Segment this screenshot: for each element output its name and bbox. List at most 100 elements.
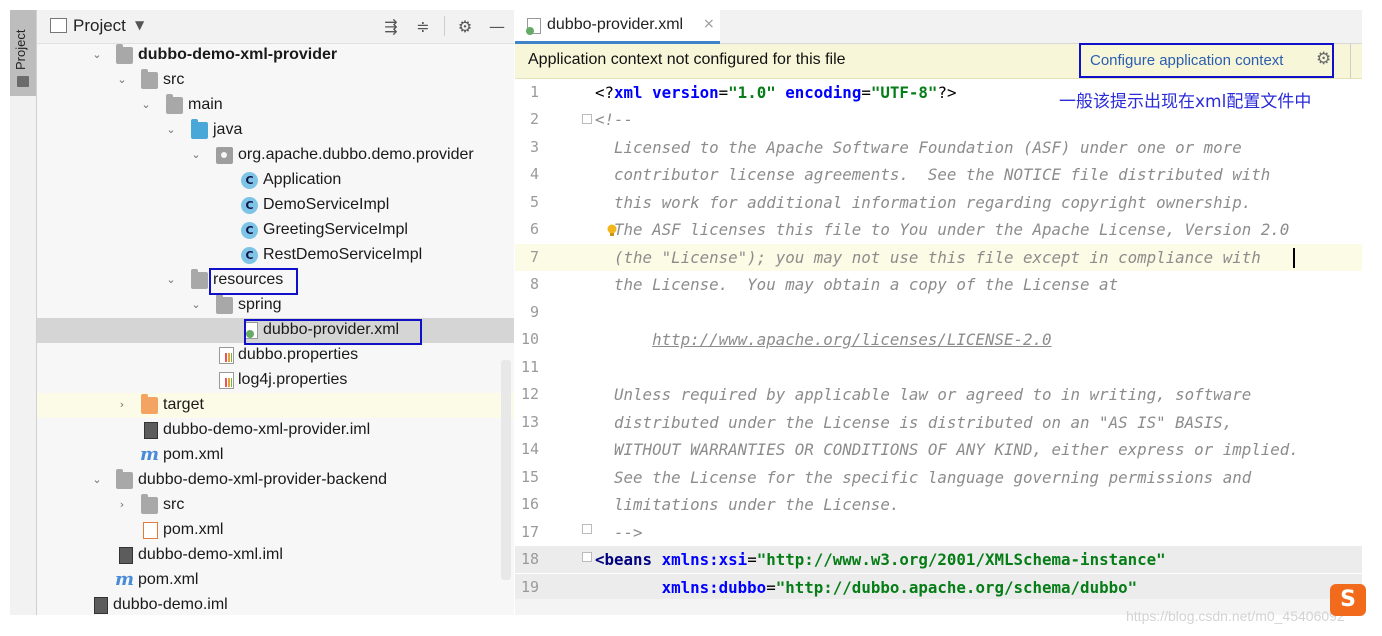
annotation-box-resources xyxy=(209,268,298,295)
tree-node-properties[interactable]: dubbo.properties xyxy=(37,343,514,368)
chevron-down-icon[interactable]: ⌄ xyxy=(139,96,153,114)
folder-icon xyxy=(166,94,183,114)
chevron-down-icon[interactable]: ⌄ xyxy=(90,471,104,489)
properties-file-icon xyxy=(219,372,234,389)
tree-node-module[interactable]: ⌄ dubbo-demo-xml-provider-backend xyxy=(37,468,514,493)
project-panel-header: Project ▼ ⇶ ≑ ⚙ — xyxy=(37,10,514,44)
expand-all-icon[interactable]: ⇶ xyxy=(381,16,401,36)
tree-node-label: log4j.properties xyxy=(238,371,348,388)
tree-node-iml[interactable]: dubbo-demo.iml xyxy=(37,593,514,615)
code-editor[interactable]: 1 <?xml version="1.0" encoding="UTF-8"?>… xyxy=(515,79,1362,599)
class-icon: C xyxy=(241,197,258,214)
code-line: 9 xyxy=(515,299,1362,326)
chevron-down-icon[interactable]: ⌄ xyxy=(164,271,178,289)
chevron-down-icon[interactable]: ⌄ xyxy=(189,296,203,314)
tree-node-label: DemoServiceImpl xyxy=(263,196,390,213)
folder-icon xyxy=(216,294,233,314)
chevron-down-icon[interactable]: ⌄ xyxy=(90,46,104,64)
chevron-right-icon[interactable]: › xyxy=(115,396,129,414)
module-folder-icon xyxy=(116,469,133,489)
source-folder-icon xyxy=(191,119,208,139)
project-panel-title[interactable]: Project xyxy=(73,16,126,36)
watermark-text: https://blog.csdn.net/m0_45406092 xyxy=(1126,608,1345,624)
tree-node-label: target xyxy=(163,396,204,413)
code-line: 14 WITHOUT WARRANTIES OR CONDITIONS OF A… xyxy=(515,436,1362,463)
tree-node-iml[interactable]: dubbo-demo-xml-provider.iml xyxy=(37,418,514,443)
header-divider xyxy=(444,16,445,36)
line-number: 10 xyxy=(520,330,539,348)
tree-node-label: dubbo-demo-xml-provider-backend xyxy=(138,471,388,488)
code-line: 12 Unless required by applicable law or … xyxy=(515,381,1362,408)
minimize-icon[interactable]: — xyxy=(487,16,507,36)
line-number: 8 xyxy=(529,275,539,293)
line-number: 3 xyxy=(529,138,539,156)
collapse-all-icon[interactable]: ≑ xyxy=(413,16,433,36)
code-line: 19 xmlns:dubbo="http://dubbo.apache.org/… xyxy=(515,574,1362,599)
line-number: 11 xyxy=(520,358,539,376)
tree-node-class[interactable]: C DemoServiceImpl xyxy=(37,193,514,218)
tree-node-module[interactable]: ⌄ dubbo-demo-xml-provider xyxy=(37,43,514,68)
tree-node-target[interactable]: › target xyxy=(37,393,514,418)
banner-divider xyxy=(1350,44,1351,78)
folder-icon xyxy=(17,76,29,87)
tree-node-label: main xyxy=(188,96,223,113)
annotation-note: 一般该提示出现在xml配置文件中 xyxy=(1059,92,1312,112)
fold-marker-icon[interactable] xyxy=(582,114,592,124)
tree-node-spring[interactable]: ⌄ spring xyxy=(37,293,514,318)
banner-message: Application context not configured for t… xyxy=(528,51,846,68)
module-file-icon xyxy=(144,422,158,439)
license-link[interactable]: http://www.apache.org/licenses/LICENSE-2… xyxy=(652,330,1051,349)
tree-node-pom[interactable]: pom.xml xyxy=(37,518,514,543)
text-caret xyxy=(1293,248,1295,268)
editor-tab[interactable]: dubbo-provider.xml × xyxy=(515,10,720,44)
line-number: 7 xyxy=(529,248,539,266)
code-line: 3 Licensed to the Apache Software Founda… xyxy=(515,134,1362,161)
xml-file-icon xyxy=(143,522,158,539)
tree-node-class[interactable]: C RestDemoServiceImpl xyxy=(37,243,514,268)
tree-node-label: src xyxy=(163,496,185,513)
code-text: <?xml version="1.0" encoding="UTF-8"?> xyxy=(595,83,957,102)
code-text: <!-- xyxy=(595,110,634,129)
gear-icon[interactable]: ⚙ xyxy=(455,16,475,36)
properties-file-icon xyxy=(219,347,234,364)
tree-node-src[interactable]: ⌄ src xyxy=(37,68,514,93)
code-line: 17 --> xyxy=(515,519,1362,546)
code-text: WITHOUT WARRANTIES OR CONDITIONS OF ANY … xyxy=(595,440,1299,459)
code-text: (the "License"); you may not use this fi… xyxy=(595,248,1261,267)
tree-node-main[interactable]: ⌄ main xyxy=(37,93,514,118)
chevron-down-icon[interactable]: ⌄ xyxy=(115,71,129,89)
tree-node-pom[interactable]: m pom.xml xyxy=(37,568,514,593)
package-icon xyxy=(216,147,233,164)
tree-node-properties[interactable]: log4j.properties xyxy=(37,368,514,393)
folder-icon xyxy=(141,494,158,514)
tree-node-iml[interactable]: dubbo-demo-xml.iml xyxy=(37,543,514,568)
code-line: 18 <beans xmlns:xsi="http://www.w3.org/2… xyxy=(515,546,1362,573)
module-folder-icon xyxy=(116,44,133,64)
tree-node-java[interactable]: ⌄ java xyxy=(37,118,514,143)
code-line: 5 this work for additional information r… xyxy=(515,189,1362,216)
editor-tab-bar: dubbo-provider.xml × xyxy=(515,10,1362,44)
chevron-right-icon[interactable]: › xyxy=(115,496,129,514)
chevron-down-icon[interactable]: ⌄ xyxy=(164,121,178,139)
editor-tab-label: dubbo-provider.xml xyxy=(547,16,684,33)
fold-marker-icon[interactable] xyxy=(582,552,592,562)
project-tool-tab[interactable]: Project xyxy=(10,10,36,96)
excluded-folder-icon xyxy=(141,394,158,414)
tree-node-package[interactable]: ⌄ org.apache.dubbo.demo.provider xyxy=(37,143,514,168)
close-icon[interactable]: × xyxy=(703,16,715,32)
annotation-box-xml-file xyxy=(244,319,422,345)
tree-node-pom[interactable]: m pom.xml xyxy=(37,443,514,468)
line-number: 9 xyxy=(529,303,539,321)
code-text: <beans xmlns:xsi="http://www.w3.org/2001… xyxy=(595,550,1166,569)
resources-folder-icon xyxy=(191,269,208,289)
code-line: 15 See the License for the specific lang… xyxy=(515,464,1362,491)
tree-node-class[interactable]: C GreetingServiceImpl xyxy=(37,218,514,243)
tree-node-src[interactable]: › src xyxy=(37,493,514,518)
project-panel-scrollbar[interactable] xyxy=(501,360,511,580)
code-text: The ASF licenses this file to You under … xyxy=(595,220,1290,239)
fold-marker-icon[interactable] xyxy=(582,524,592,534)
lightbulb-icon[interactable] xyxy=(606,224,618,238)
tree-node-class[interactable]: C Application xyxy=(37,168,514,193)
chevron-down-icon[interactable]: ⌄ xyxy=(189,146,203,164)
chevron-down-icon[interactable]: ▼ xyxy=(135,18,144,32)
